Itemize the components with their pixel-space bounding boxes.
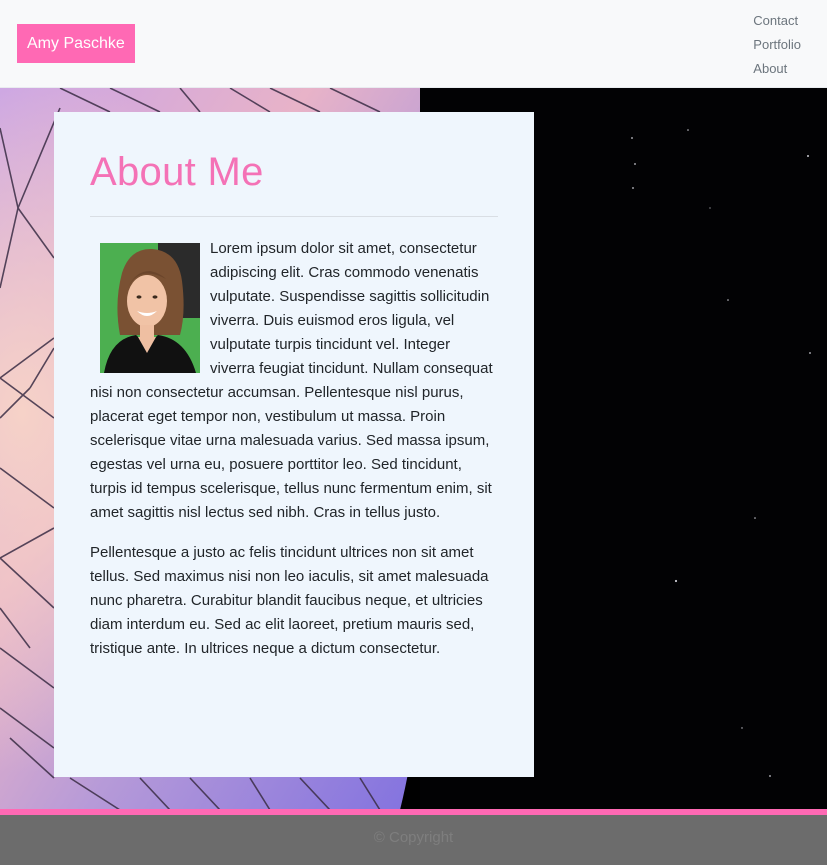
copyright-text: © Copyright [373, 829, 454, 846]
nav-item-portfolio[interactable]: Portfolio [753, 33, 801, 57]
nav-item-contact[interactable]: Contact [753, 9, 801, 33]
profile-photo [100, 243, 200, 373]
about-card: About Me Lorem ipsum dolor sit amet, con… [54, 112, 534, 777]
brand-logo-link[interactable]: Amy Paschke [17, 24, 135, 63]
nav-menu: Contact Portfolio About [753, 9, 801, 81]
title-divider [90, 216, 498, 217]
footer: © Copyright [0, 815, 827, 865]
about-paragraph-2: Pellentesque a justo ac felis tincidunt … [90, 544, 489, 657]
nav-item-about[interactable]: About [753, 57, 801, 81]
page: Amy Paschke Contact Portfolio About Abou… [0, 0, 827, 865]
page-title: About Me [90, 150, 264, 194]
navbar: Amy Paschke Contact Portfolio About [0, 0, 827, 88]
